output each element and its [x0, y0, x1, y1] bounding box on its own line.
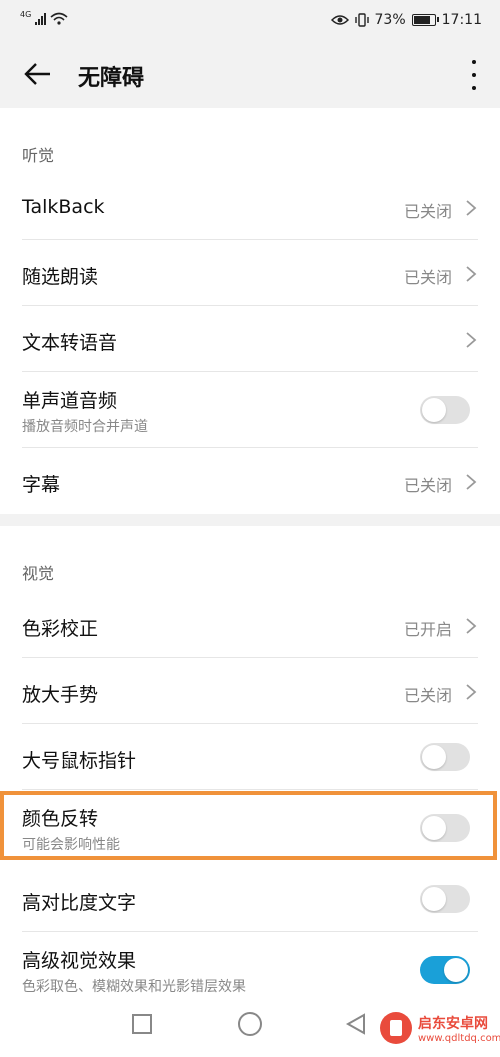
setting-mono-audio[interactable]: 单声道音频 播放音频时合并声道	[0, 372, 500, 448]
battery-icon	[411, 14, 439, 26]
setting-captions[interactable]: 字幕 已关闭	[0, 448, 500, 514]
setting-text-to-speech[interactable]: 文本转语音	[0, 306, 500, 372]
app-bar: 无障碍	[0, 42, 500, 108]
section-title: 视觉	[22, 564, 55, 583]
setting-high-contrast-text[interactable]: 高对比度文字	[0, 866, 500, 932]
setting-value: 已关闭	[403, 202, 452, 221]
high-contrast-toggle[interactable]	[420, 885, 470, 913]
recent-apps-icon[interactable]	[132, 1014, 152, 1034]
highlight-box	[0, 791, 497, 860]
chevron-right-icon	[466, 684, 477, 700]
setting-label: 放大手势	[22, 684, 99, 706]
setting-select-to-speak[interactable]: 随选朗读 已关闭	[0, 240, 500, 306]
chevron-right-icon	[466, 266, 477, 282]
setting-color-correction[interactable]: 色彩校正 已开启	[0, 592, 500, 658]
section-title: 听觉	[22, 146, 55, 165]
page-title: 无障碍	[78, 66, 145, 91]
section-header-hearing: 听觉	[0, 108, 500, 174]
setting-label: 字幕	[22, 474, 61, 496]
advanced-visual-toggle[interactable]	[420, 956, 470, 984]
eye-icon	[330, 15, 349, 25]
clock: 17:11	[441, 12, 482, 28]
watermark-url: www.qdltdq.com	[418, 1032, 500, 1044]
setting-label: TalkBack	[22, 196, 105, 218]
setting-subtitle: 色彩取色、模糊效果和光影错层效果	[22, 979, 246, 995]
status-right: 73% 17:11	[330, 12, 482, 28]
chevron-right-icon	[466, 618, 477, 634]
network-type: 4G	[20, 9, 32, 19]
nav-back-icon[interactable]	[344, 1012, 368, 1036]
section-gap	[0, 514, 500, 526]
setting-value: 已关闭	[403, 686, 452, 705]
setting-label: 高级视觉效果	[22, 950, 137, 972]
setting-value: 已关闭	[403, 268, 452, 287]
status-bar: 4G 73% 17:11	[0, 0, 500, 42]
setting-magnification-gestures[interactable]: 放大手势 已关闭	[0, 658, 500, 724]
vibrate-icon	[354, 13, 369, 27]
setting-advanced-visual-effects[interactable]: 高级视觉效果 色彩取色、模糊效果和光影错层效果	[0, 932, 500, 1008]
setting-label: 文本转语音	[22, 332, 118, 354]
watermark: 启东安卓网 www.qdltdq.com	[380, 1012, 500, 1044]
status-left: 4G	[20, 9, 68, 26]
watermark-logo-icon	[380, 1012, 412, 1044]
battery-percent: 73%	[374, 12, 406, 28]
settings-list: 听觉 TalkBack 已关闭 随选朗读 已关闭 文本转语音 单声道音频 播放音…	[0, 108, 500, 1008]
setting-label: 色彩校正	[22, 618, 99, 640]
setting-label: 大号鼠标指针	[22, 750, 137, 772]
more-options-icon[interactable]	[472, 60, 478, 90]
setting-talkback[interactable]: TalkBack 已关闭	[0, 174, 500, 240]
setting-value: 已关闭	[403, 476, 452, 495]
setting-value: 已开启	[403, 620, 452, 639]
setting-large-mouse-pointer[interactable]: 大号鼠标指针	[0, 724, 500, 790]
chevron-right-icon	[466, 200, 477, 216]
wifi-icon	[50, 12, 68, 25]
setting-subtitle: 播放音频时合并声道	[22, 419, 148, 435]
setting-label: 高对比度文字	[22, 892, 137, 914]
setting-label: 单声道音频	[22, 390, 118, 412]
chevron-right-icon	[466, 474, 477, 490]
section-header-vision: 视觉	[0, 526, 500, 592]
watermark-title: 启东安卓网	[418, 1015, 488, 1032]
back-arrow-icon[interactable]	[22, 58, 54, 90]
large-pointer-toggle[interactable]	[420, 743, 470, 771]
signal-icon	[35, 13, 47, 25]
watermark-text: 启东安卓网 www.qdltdq.com	[418, 1013, 500, 1044]
home-icon[interactable]	[238, 1012, 262, 1036]
chevron-right-icon	[466, 332, 477, 348]
mono-audio-toggle[interactable]	[420, 396, 470, 424]
setting-label: 随选朗读	[22, 266, 99, 288]
